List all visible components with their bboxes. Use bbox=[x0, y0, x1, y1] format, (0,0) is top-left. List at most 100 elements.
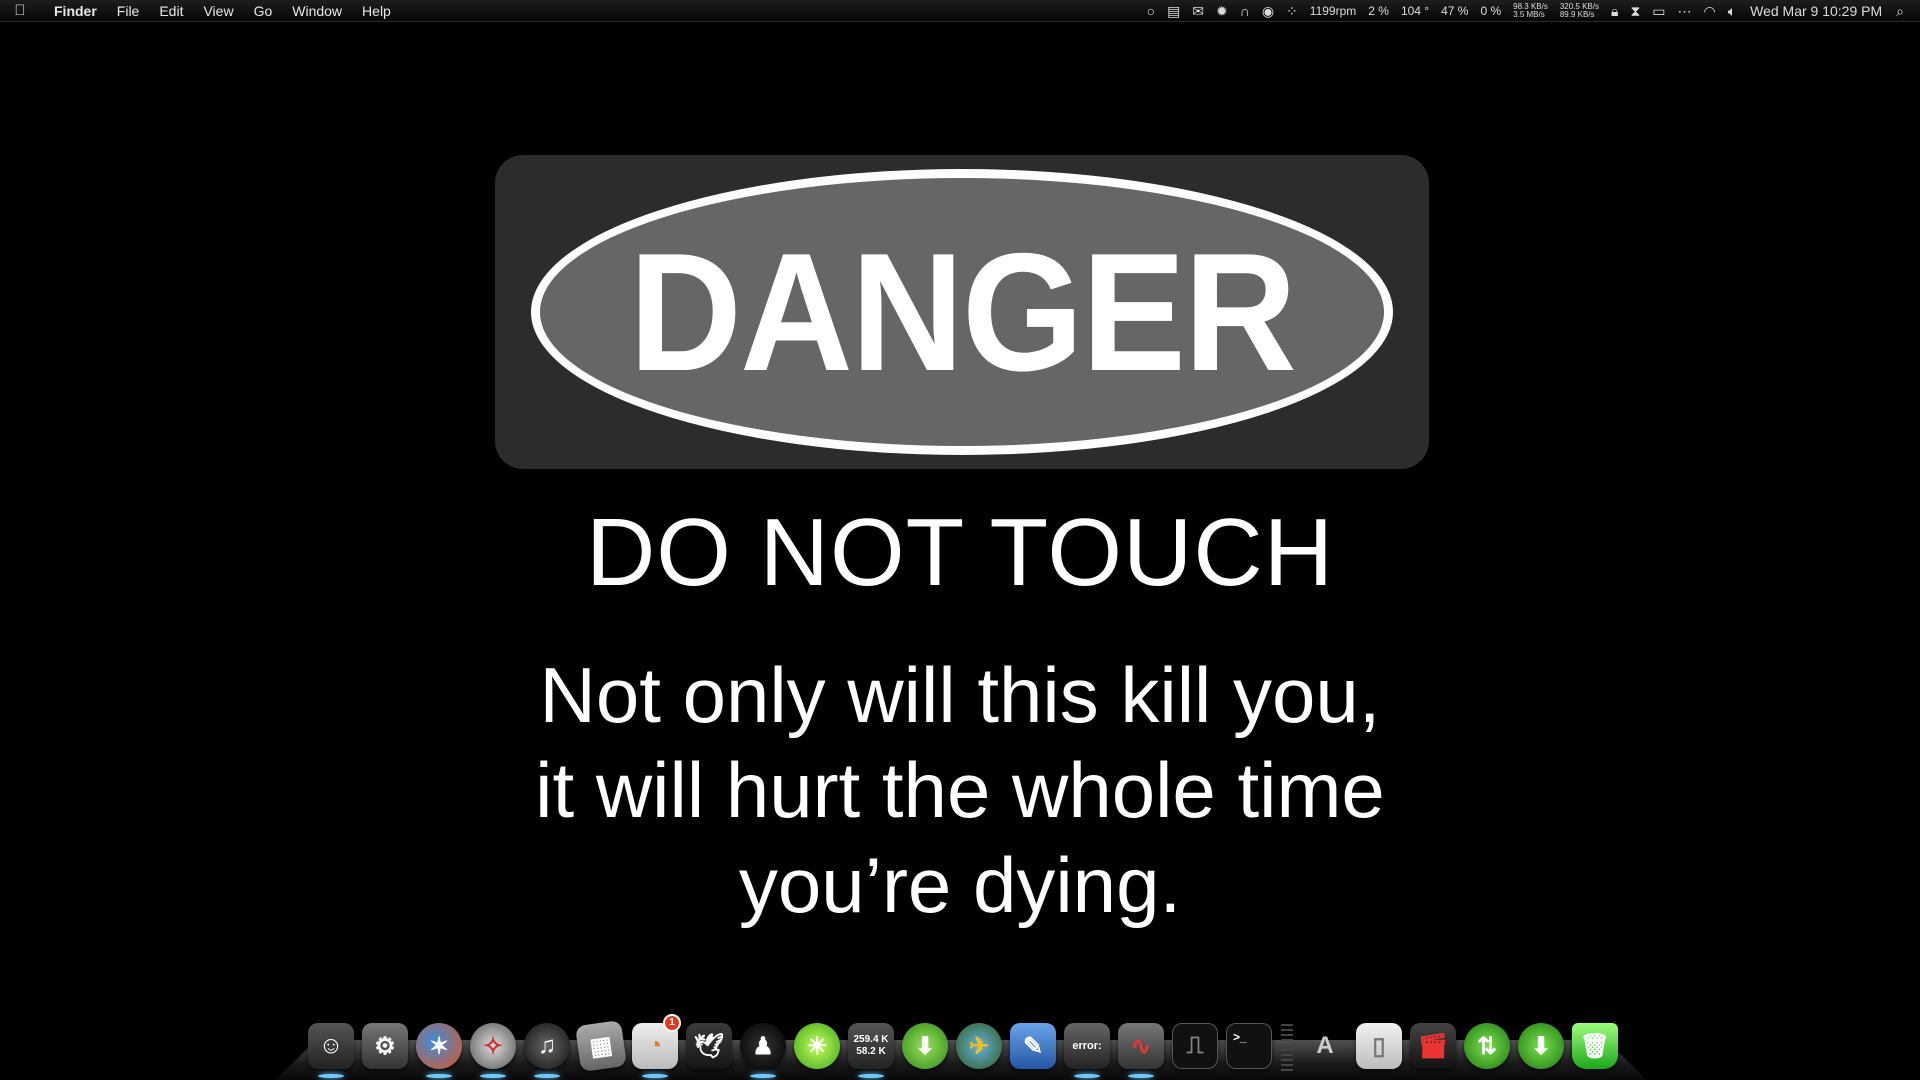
activity-pulse-icon: ∿ bbox=[1118, 1023, 1164, 1069]
spotlight-search-icon[interactable]: ⌕ bbox=[1890, 0, 1910, 22]
lime-icon: ✳ bbox=[794, 1023, 840, 1069]
warning-line-1: Not only will this kill you, bbox=[539, 651, 1381, 739]
download-arrow-icon: ⬇ bbox=[902, 1023, 948, 1069]
unread-badge: 1 bbox=[663, 1014, 681, 1032]
dock-activity-monitor[interactable]: ∿ bbox=[1115, 1018, 1167, 1078]
dock-preview[interactable]: ▦ bbox=[575, 1018, 627, 1074]
music-note-icon: ♫ bbox=[524, 1023, 570, 1069]
menu-bar-left:  Finder File Edit View Go Window Help bbox=[0, 0, 401, 21]
volume-icon[interactable]: 🔈︎ bbox=[1722, 0, 1742, 22]
menu-edit[interactable]: Edit bbox=[149, 0, 193, 22]
dock-separator bbox=[1281, 1024, 1293, 1074]
warning-message: Not only will this kill you, it will hur… bbox=[0, 648, 1920, 933]
dock-rss-reader[interactable]: ◔ 1 bbox=[629, 1014, 681, 1078]
menu-file[interactable]: File bbox=[107, 0, 150, 22]
menu-go[interactable]: Go bbox=[244, 0, 283, 22]
dock-firefox[interactable]: ✶ bbox=[413, 1018, 465, 1078]
display-status-icon[interactable]: ▤ bbox=[1161, 0, 1186, 22]
dock-documents-stack[interactable]: ▯ bbox=[1353, 1018, 1405, 1074]
dock-net-download: 58.2 K bbox=[856, 1046, 886, 1057]
memory-usage[interactable]: 47 % bbox=[1435, 0, 1474, 22]
running-indicator bbox=[750, 1074, 776, 1078]
network-meter-1[interactable]: 98.3 KB/s 3.5 MB/s bbox=[1507, 2, 1554, 19]
dock-applications-stack[interactable]: A bbox=[1299, 1018, 1351, 1074]
bluetooth-icon[interactable]: ⋯ bbox=[1672, 0, 1698, 22]
apps-status-icon[interactable]: ⁘ bbox=[1280, 0, 1304, 22]
dock-activity-window[interactable]: ⎍ bbox=[1169, 1018, 1221, 1074]
menu-app-finder[interactable]: Finder bbox=[40, 0, 107, 22]
dock-finder[interactable]: ☺ bbox=[305, 1018, 357, 1078]
temperature[interactable]: 104 ° bbox=[1395, 0, 1435, 22]
danger-sign-panel: DANGER bbox=[495, 155, 1429, 469]
fan-speed[interactable]: 1199rpm bbox=[1304, 0, 1362, 22]
bird-icon: 🕊︎ bbox=[686, 1023, 732, 1069]
mail-icon[interactable]: ✉ bbox=[1186, 0, 1210, 22]
menu-help[interactable]: Help bbox=[352, 0, 401, 22]
download-status-icon[interactable]: ◉ bbox=[1256, 0, 1280, 22]
running-indicator bbox=[858, 1074, 884, 1078]
globe-icon: ✈ bbox=[956, 1023, 1002, 1069]
gear-status-icon[interactable]: ✹ bbox=[1210, 0, 1234, 22]
danger-oval-fill: DANGER bbox=[540, 178, 1384, 446]
gear-icon: ⚙ bbox=[362, 1023, 408, 1069]
circle-status-icon[interactable]: ○ bbox=[1141, 0, 1161, 22]
document-icon: ▯ bbox=[1356, 1023, 1402, 1069]
dock-adium[interactable]: ♟ bbox=[737, 1018, 789, 1078]
network-down-2: 89.9 KB/s bbox=[1559, 9, 1595, 19]
disk-usage[interactable]: 0 % bbox=[1474, 0, 1507, 22]
dock-downloads-app[interactable]: ⬇ bbox=[899, 1018, 951, 1074]
dock-itunes[interactable]: ♫ bbox=[521, 1018, 573, 1078]
blueprint-icon: ✎ bbox=[1010, 1023, 1056, 1069]
airplay-display-icon[interactable]: ▭ bbox=[1646, 0, 1671, 22]
danger-oval: DANGER bbox=[531, 169, 1393, 455]
warning-line-3: you’re dying. bbox=[738, 841, 1182, 929]
finder-icon: ☺ bbox=[308, 1023, 354, 1069]
running-indicator bbox=[1074, 1074, 1100, 1078]
running-indicator bbox=[480, 1074, 506, 1078]
photo-stack-icon: ▦ bbox=[575, 1020, 627, 1072]
warning-line-2: it will hurt the whole time bbox=[535, 746, 1385, 834]
dock-globe-app[interactable]: ✈ bbox=[953, 1018, 1005, 1074]
up-down-arrows-icon: ⇅ bbox=[1464, 1023, 1510, 1069]
running-indicator bbox=[642, 1074, 668, 1078]
applications-a-icon: A bbox=[1316, 1032, 1334, 1059]
apple-icon[interactable]:  bbox=[0, 2, 40, 19]
dock-downloads-stack[interactable]: ⬇ bbox=[1515, 1018, 1567, 1074]
dock-system-preferences[interactable]: ⚙ bbox=[359, 1018, 411, 1074]
menu-view[interactable]: View bbox=[193, 0, 243, 22]
clock[interactable]: Wed Mar 9 10:29 PM bbox=[1742, 0, 1890, 22]
network-down-1: 3.5 MB/s bbox=[1513, 9, 1545, 19]
dock-transfer-stack[interactable]: ⇅ bbox=[1461, 1018, 1513, 1074]
headphones-icon[interactable]: ∩ bbox=[1234, 0, 1256, 22]
dock-twitter[interactable]: 🕊︎ bbox=[683, 1018, 735, 1074]
cpu-usage[interactable]: 2 % bbox=[1362, 0, 1395, 22]
penguin-icon: ♟ bbox=[740, 1023, 786, 1069]
dock-movies-stack[interactable]: 🎬︎ bbox=[1407, 1018, 1459, 1074]
firefox-icon: ✶ bbox=[416, 1023, 462, 1069]
terminal-icon: >_ bbox=[1226, 1023, 1272, 1069]
dock-net-upload: 259.4 K bbox=[853, 1034, 889, 1045]
dock-limewire[interactable]: ✳ bbox=[791, 1018, 843, 1074]
dock-console[interactable]: error: bbox=[1061, 1018, 1113, 1078]
dock-xcode[interactable]: ✎ bbox=[1007, 1018, 1059, 1074]
running-indicator bbox=[426, 1074, 452, 1078]
do-not-touch-text: DO NOT TOUCH bbox=[585, 499, 1335, 606]
network-meter-icon: 259.4 K 58.2 K bbox=[848, 1023, 894, 1069]
running-indicator bbox=[1128, 1074, 1154, 1078]
danger-heading: DANGER bbox=[629, 218, 1297, 406]
menu-window[interactable]: Window bbox=[282, 0, 352, 22]
running-indicator bbox=[534, 1074, 560, 1078]
dock-safari[interactable]: ✧ bbox=[467, 1018, 519, 1078]
running-indicator bbox=[318, 1074, 344, 1078]
dock-terminal[interactable]: >_ bbox=[1223, 1018, 1275, 1074]
wifi-icon[interactable]: ◠ bbox=[1698, 0, 1722, 22]
clapperboard-icon: 🎬︎ bbox=[1410, 1023, 1456, 1069]
network-meter-2[interactable]: 320.5 KB/s 89.9 KB/s bbox=[1554, 2, 1605, 19]
dock-network-monitor[interactable]: 259.4 K 58.2 K bbox=[845, 1018, 897, 1078]
activity-window-icon: ⎍ bbox=[1172, 1023, 1218, 1069]
error-console-icon: error: bbox=[1064, 1023, 1110, 1069]
lock-icon[interactable]: 🔒︎ bbox=[1605, 0, 1624, 22]
downloads-arrow-icon: ⬇ bbox=[1518, 1023, 1564, 1069]
dock-trash[interactable]: 🗑︎ bbox=[1569, 1018, 1621, 1074]
timemachine-icon[interactable]: ⧗ bbox=[1624, 0, 1646, 22]
